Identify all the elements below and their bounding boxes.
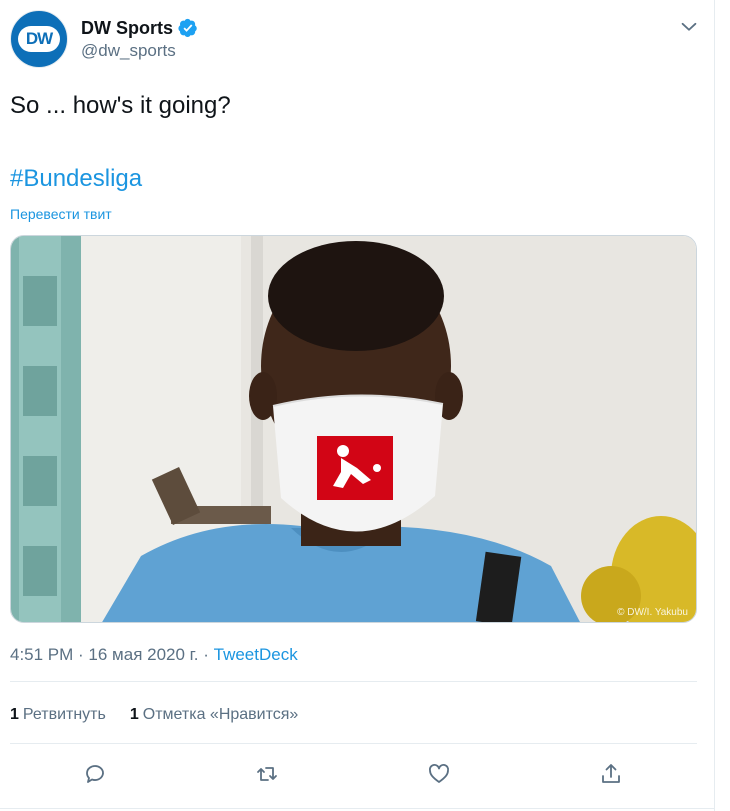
retweet-icon bbox=[257, 767, 277, 781]
tweet-time[interactable]: 4:51 PM bbox=[10, 645, 73, 664]
tweet-bottom-border bbox=[0, 808, 715, 809]
tweet-timestamp: 4:51 PM · 16 мая 2020 г. · TweetDeck bbox=[10, 645, 298, 665]
tweet-header: DW DW Sports @dw_sports bbox=[10, 10, 700, 70]
author-display-name[interactable]: DW Sports bbox=[81, 18, 173, 39]
translate-tweet-link[interactable]: Перевести твит bbox=[10, 206, 112, 222]
tweet-source-link[interactable]: TweetDeck bbox=[214, 645, 298, 664]
like-button[interactable] bbox=[422, 757, 456, 791]
reply-button[interactable] bbox=[78, 757, 112, 791]
heart-icon bbox=[429, 764, 449, 783]
share-icon bbox=[602, 764, 620, 783]
avatar-logo: DW bbox=[18, 26, 60, 52]
timeline-right-border bbox=[714, 0, 715, 811]
author-handle[interactable]: @dw_sports bbox=[81, 41, 176, 61]
reply-icon bbox=[86, 765, 104, 783]
tweet-photo[interactable]: © DW/I. Yakubu bbox=[10, 235, 697, 623]
retweets-label: Ретвитнуть bbox=[22, 706, 106, 723]
meta-separator: · bbox=[198, 645, 214, 664]
author-name-row[interactable]: DW Sports bbox=[81, 16, 198, 40]
share-button[interactable] bbox=[594, 757, 628, 791]
tweet-actions bbox=[10, 757, 697, 791]
avatar[interactable]: DW bbox=[10, 10, 68, 68]
retweets-stat[interactable]: 1 Ретвитнуть bbox=[10, 706, 106, 724]
hashtag-link[interactable]: #Bundesliga bbox=[10, 165, 142, 193]
chevron-down-icon[interactable] bbox=[678, 16, 700, 38]
likes-count: 1 bbox=[129, 706, 139, 723]
divider bbox=[10, 681, 697, 682]
divider bbox=[10, 743, 697, 744]
retweet-button[interactable] bbox=[250, 757, 284, 791]
photo-credit: © DW/I. Yakubu bbox=[617, 607, 688, 618]
verified-badge-icon bbox=[178, 18, 197, 38]
likes-stat[interactable]: 1 Отметка «Нравится» bbox=[130, 706, 298, 724]
tweet-text: So ... how's it going? bbox=[10, 92, 231, 119]
meta-separator: · bbox=[73, 645, 89, 664]
photo-illustration bbox=[11, 236, 696, 622]
tweet-stats: 1 Ретвитнуть 1 Отметка «Нравится» bbox=[10, 706, 298, 724]
retweets-count: 1 bbox=[10, 706, 19, 723]
avatar-logo-text: DW bbox=[25, 29, 53, 48]
likes-label: Отметка «Нравится» bbox=[142, 706, 299, 723]
tweet-date[interactable]: 16 мая 2020 г. bbox=[88, 645, 198, 664]
